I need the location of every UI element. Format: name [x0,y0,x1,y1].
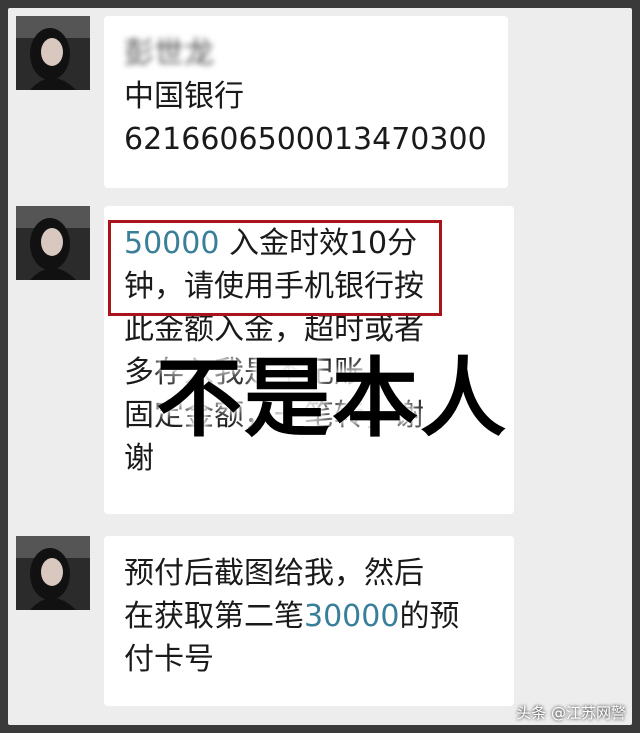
bank-name: 中国银行 [124,79,244,114]
avatar[interactable] [16,536,90,610]
avatar-photo-icon [16,16,90,90]
account-name: 彭世龙 [124,36,214,71]
message-line: 预付后截图给我，然后 [124,556,424,591]
message-text: 在获取第二笔 [124,599,304,634]
highlight-box [108,220,442,316]
message-bubble[interactable]: 彭世龙 中国银行 6216606500013470300 [104,16,508,188]
amount-text: 30000 [304,599,400,634]
avatar-photo-icon [16,206,90,280]
card-number: 6216606500013470300 [124,122,487,157]
chat-panel: 彭世龙 中国银行 6216606500013470300 50000 入金时效1… [8,8,632,725]
message-line: 在获取第二笔30000的预 [124,595,494,638]
overlay-caption: 不是本人 [156,349,508,449]
avatar-photo-icon [16,536,90,610]
message-line: 付卡号 [124,642,214,677]
avatar[interactable] [16,16,90,90]
avatar[interactable] [16,206,90,280]
watermark: 头条 @江苏网警 [516,704,626,722]
message-bubble[interactable]: 预付后截图给我，然后 在获取第二笔30000的预 付卡号 [104,536,514,706]
message-text: 的预 [399,599,460,634]
